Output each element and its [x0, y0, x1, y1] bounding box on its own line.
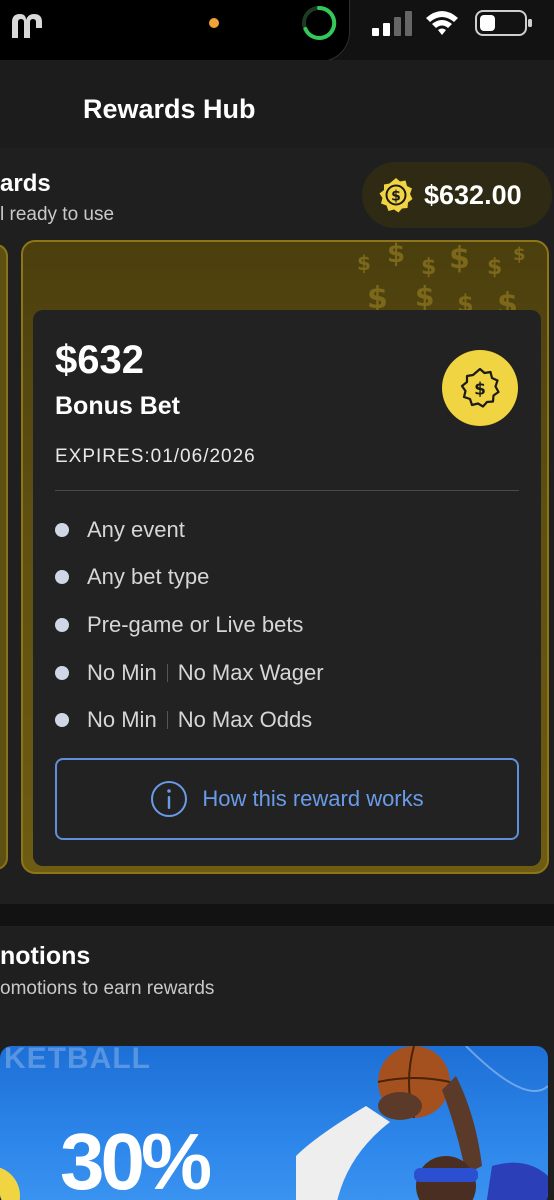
- signal-icon: [372, 11, 412, 36]
- rule-separator: [166, 711, 168, 730]
- rewards-section-title: ards: [0, 170, 51, 197]
- bonus-amount: $632: [55, 338, 144, 382]
- expiry-date: EXPIRES:01/06/2026: [55, 446, 256, 467]
- svg-text:$: $: [449, 242, 470, 276]
- rule-text-secondary: No Max Wager: [177, 659, 324, 685]
- bonus-coin-icon: $: [379, 178, 413, 213]
- battery-icon: [475, 10, 532, 36]
- dollar-badge-icon: $: [460, 367, 500, 408]
- reward-card[interactable]: $ $ $ $ $ $ $ $ $ $ $632 Bonus Bet EXPIR…: [21, 240, 549, 874]
- rule-item: No Min No Max Odds: [55, 696, 525, 744]
- bullet-icon: [55, 665, 69, 680]
- banner-background-text: KETBALL: [4, 1046, 151, 1075]
- rule-separator: [166, 663, 168, 682]
- rule-item: No Min No Max Wager: [55, 649, 525, 697]
- bonus-label: Bonus Bet: [55, 392, 180, 420]
- rule-text: No Min: [87, 659, 157, 685]
- header: Rewards Hub: [0, 60, 554, 148]
- privacy-dot: [209, 18, 219, 28]
- rewards-section: ards l ready to use $ $632.00 $ $ $ $ $ …: [0, 148, 554, 904]
- activity-ring-icon: [302, 5, 337, 40]
- promotions-section: notions omotions to earn rewards KETBALL…: [0, 926, 554, 1200]
- svg-text:$: $: [357, 251, 371, 275]
- svg-text:$: $: [387, 242, 405, 269]
- rule-text: Any bet type: [87, 564, 210, 590]
- bullet-icon: [55, 713, 69, 728]
- rule-item: Any event: [55, 506, 525, 554]
- rule-item: Any bet type: [55, 554, 525, 602]
- how-reward-works-button[interactable]: How this reward works: [55, 758, 519, 840]
- reward-rules-list: Any event Any bet type Pre-game or Live …: [55, 506, 525, 744]
- rewards-balance-pill[interactable]: $ $632.00: [362, 162, 552, 228]
- how-reward-works-label: How this reward works: [202, 786, 424, 811]
- rule-text: Any event: [87, 516, 185, 542]
- promotions-section-subtitle: omotions to earn rewards: [0, 978, 215, 999]
- svg-text:$: $: [487, 255, 502, 280]
- rule-text: Pre-game or Live bets: [87, 611, 304, 637]
- previous-reward-card[interactable]: [0, 244, 8, 870]
- wifi-icon: [426, 11, 458, 35]
- bullet-icon: [55, 522, 69, 537]
- svg-text:$: $: [474, 380, 486, 400]
- bullet-icon: [55, 617, 69, 632]
- svg-text:$: $: [513, 244, 526, 265]
- status-bar: [0, 0, 554, 62]
- banner-yellow-shape: [0, 1166, 20, 1200]
- rule-text: No Min: [87, 707, 157, 733]
- svg-text:$: $: [421, 255, 436, 280]
- app-icon: [12, 14, 42, 38]
- balance-amount: $632.00: [424, 180, 522, 210]
- divider: [55, 490, 519, 491]
- svg-text:$: $: [415, 280, 434, 313]
- bullet-icon: [55, 570, 69, 585]
- promotion-banner[interactable]: KETBALL 30%: [0, 1046, 548, 1200]
- promotions-section-title: notions: [0, 942, 91, 970]
- svg-text:$: $: [391, 189, 401, 205]
- bonus-badge: $: [442, 350, 518, 426]
- rule-text-secondary: No Max Odds: [177, 707, 313, 733]
- bonus-bet-details: $632 Bonus Bet EXPIRES:01/06/2026 $ Any …: [33, 310, 541, 866]
- banner-percent: 30%: [60, 1117, 212, 1200]
- info-icon: [151, 781, 188, 817]
- rule-item: Pre-game or Live bets: [55, 601, 525, 649]
- basketball-player-illustration: [296, 1046, 548, 1200]
- dynamic-island: [0, 0, 350, 62]
- rewards-section-subtitle: l ready to use: [0, 204, 115, 225]
- page-title: Rewards Hub: [83, 94, 256, 124]
